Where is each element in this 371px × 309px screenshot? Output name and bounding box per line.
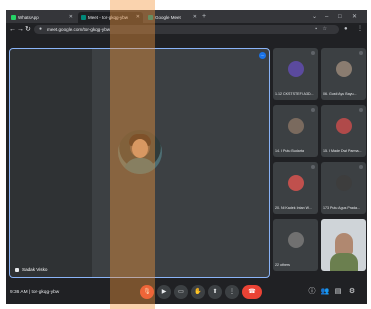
avatar — [288, 175, 304, 191]
participant-name: 1.12 CKSTSTEFI A3D... — [275, 92, 314, 96]
reload-icon[interactable]: ↻ — [25, 24, 31, 35]
mic-muted-icon — [311, 51, 315, 55]
whatsapp-icon — [11, 15, 16, 21]
tab-meet[interactable]: Meet - tor-gkqg-ybw ✕ — [78, 12, 143, 23]
mic-muted-icon — [311, 165, 315, 169]
end-call-icon[interactable]: ☎ — [242, 285, 262, 299]
present-icon[interactable]: ⬆ — [208, 285, 222, 299]
url-text[interactable]: meet.google.com/tor-gkqg-ybw — [47, 25, 110, 34]
participant-name: 06. Gusti Ayu Bayu... — [323, 92, 357, 96]
tab-search-icon[interactable]: ⌄ — [312, 12, 317, 22]
self-avatar — [118, 130, 162, 174]
browser-toolbar: ← → ↻ ● meet.google.com/tor-gkqg-ybw ▪ ☆… — [6, 23, 367, 36]
camera-icon[interactable]: ▪ — [315, 25, 317, 34]
mic-muted-icon — [359, 165, 363, 169]
meeting-info: 9:36 AM | tor-gkqg-ybw — [10, 281, 59, 304]
captions-icon[interactable]: ▭ — [174, 285, 188, 299]
menu-icon[interactable]: ⋮ — [357, 24, 363, 35]
meeting-code: tor-gkqg-ybw — [31, 290, 60, 295]
close-tab-icon[interactable]: ✕ — [136, 12, 140, 23]
forward-icon[interactable]: → — [17, 24, 24, 35]
people-icon[interactable]: 👥 — [319, 285, 331, 299]
participant-tile[interactable]: 15. I Made Dwi Parma... — [321, 105, 366, 157]
more-options-icon[interactable]: ⋯ — [259, 52, 266, 59]
raise-hand-icon[interactable]: ✋ — [191, 285, 205, 299]
camera-icon[interactable]: ▶ — [157, 285, 171, 299]
participant-name: 20. Ni Kadek Intan W... — [275, 206, 312, 210]
meet-icon — [148, 15, 153, 21]
activities-icon[interactable]: ⚙ — [346, 285, 358, 299]
main-video-stage: ⋯ Sadak Visko — [9, 48, 270, 278]
avatar — [336, 175, 352, 191]
participant-tile[interactable]: 06. Gusti Ayu Bayu... — [321, 48, 366, 100]
mic-muted-icon — [359, 51, 363, 55]
avatar — [288, 118, 304, 134]
avatar — [336, 118, 352, 134]
participant-tile[interactable]: 173 Putu Agus Prada... — [321, 162, 366, 214]
separator: | — [28, 290, 31, 295]
avatar — [288, 61, 304, 77]
tab-label: Meet - tor-gkqg-ybw — [88, 15, 129, 20]
new-tab-button[interactable]: + — [202, 12, 206, 22]
profile-icon[interactable]: ● — [344, 24, 348, 35]
mic-muted-icon — [359, 108, 363, 112]
participant-tile[interactable]: 1.12 CKSTSTEFI A3D... — [273, 48, 318, 100]
close-window-button[interactable]: ✕ — [352, 12, 357, 22]
tab-google-meet[interactable]: Google Meet ✕ — [145, 12, 200, 23]
tab-label: Google Meet — [155, 15, 181, 20]
mic-muted-icon — [311, 108, 315, 112]
browser-window: WhatsApp ✕ Meet - tor-gkqg-ybw ✕ Google … — [6, 10, 367, 304]
stage-shade — [10, 49, 92, 277]
back-icon[interactable]: ← — [9, 24, 16, 35]
tab-whatsapp[interactable]: WhatsApp ✕ — [8, 12, 76, 23]
close-tab-icon[interactable]: ✕ — [69, 12, 73, 23]
avatar — [336, 61, 352, 77]
participant-tile[interactable]: 20. Ni Kadek Intan W... — [273, 162, 318, 214]
others-tile[interactable]: 22 others — [273, 219, 318, 271]
others-count: 22 others — [275, 263, 290, 267]
info-icon[interactable]: ⓘ — [306, 285, 318, 299]
tab-label: WhatsApp — [18, 15, 39, 20]
mic-icon[interactable]: 🎙 — [140, 285, 154, 299]
tab-strip: WhatsApp ✕ Meet - tor-gkqg-ybw ✕ Google … — [6, 10, 367, 23]
meeting-controls-bar: 9:36 AM | tor-gkqg-ybw 🎙 ▶ ▭ ✋ ⬆ ⋮ ☎ ⓘ 👥… — [6, 281, 367, 304]
participant-name: 15. I Made Dwi Parma... — [323, 149, 362, 153]
mic-muted-icon — [15, 267, 19, 272]
meet-icon — [81, 15, 86, 21]
self-video-person — [335, 233, 353, 255]
maximize-button[interactable]: □ — [338, 12, 342, 22]
minimize-button[interactable]: – — [325, 12, 328, 22]
participant-name: 14. I Putu Budarta — [275, 149, 304, 153]
star-icon[interactable]: ☆ — [323, 25, 327, 34]
self-name: Sadak Visko — [22, 267, 48, 272]
lock-icon: ● — [39, 26, 43, 32]
participant-name: 173 Putu Agus Prada... — [323, 206, 360, 210]
close-tab-icon[interactable]: ✕ — [193, 12, 197, 23]
more-options-icon[interactable]: ⋮ — [225, 285, 239, 299]
self-name-label: Sadak Visko — [15, 267, 47, 273]
chat-icon[interactable]: ▤ — [332, 285, 344, 299]
meeting-time: 9:36 AM — [10, 290, 28, 295]
avatar — [288, 232, 304, 248]
participant-tile[interactable]: 14. I Putu Budarta — [273, 105, 318, 157]
self-video-tile[interactable] — [321, 219, 366, 271]
address-bar[interactable]: ● meet.google.com/tor-gkqg-ybw ▪ ☆ — [34, 25, 339, 34]
